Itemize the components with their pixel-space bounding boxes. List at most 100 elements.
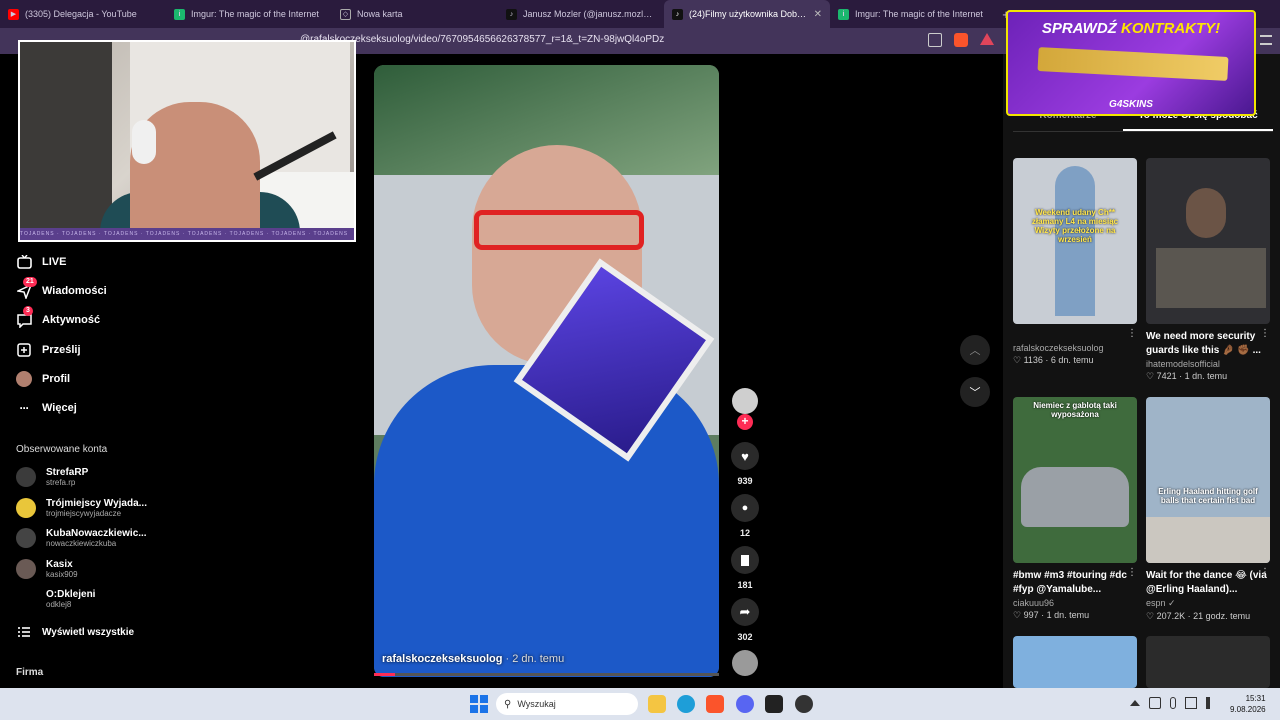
discord-icon[interactable] xyxy=(736,695,754,713)
card-author[interactable]: rafalskoczekseksuolog xyxy=(1013,343,1137,353)
show-all-button[interactable]: Wyświetl wszystkie xyxy=(16,624,134,640)
speaker-icon[interactable] xyxy=(1206,697,1218,709)
g4skins-ad-banner[interactable]: SPRAWDŹ KONTRAKTY! G4SKINS xyxy=(1006,10,1256,116)
more-options-icon[interactable]: ⋮ xyxy=(1127,328,1137,339)
windows-start-icon[interactable] xyxy=(470,695,488,713)
sidebar-item-label: Więcej xyxy=(42,402,77,414)
avatar xyxy=(16,498,36,518)
followed-account[interactable]: StrefaRP strefa.rp xyxy=(16,467,88,487)
network-icon[interactable] xyxy=(1149,697,1161,709)
sidebar-item-label: Prześlij xyxy=(42,344,81,356)
menu-icon[interactable] xyxy=(1260,35,1272,45)
thumbnail-caption: Niemiec z gablotą taki wyposażona xyxy=(1033,401,1117,419)
browser-tab-3[interactable]: ♪ Janusz Mozler (@janusz.mozler) | Tik xyxy=(498,0,664,28)
video-thumbnail[interactable] xyxy=(1146,636,1270,688)
display-icon[interactable] xyxy=(1185,697,1197,709)
video-card-meta: Wait for the dance 😂 (via @Erling Haalan… xyxy=(1146,569,1270,622)
search-placeholder: Wyszukaj xyxy=(517,699,556,709)
messages-icon: 21 xyxy=(16,277,37,299)
sidebar-item-more[interactable]: ··· Więcej xyxy=(16,400,77,416)
like-button[interactable]: ♥ xyxy=(731,442,759,470)
card-title[interactable]: #bmw #m3 #touring #dc #fyp @Yamalube... xyxy=(1013,569,1137,597)
clock-date: 9.08.2026 xyxy=(1230,705,1266,714)
card-author[interactable]: ciakuuu96 xyxy=(1013,598,1137,608)
windows-taskbar: ⚲ Wyszukaj 15:31 9.08.2026 xyxy=(0,688,1280,720)
browser-tab-2[interactable]: ◇ Nowa karta xyxy=(332,0,498,28)
recommendations-panel: Komentarze To może Ci się spodobać Weeke… xyxy=(1003,54,1280,688)
sidebar-item-activity[interactable]: 3 Aktywność xyxy=(16,306,101,328)
brave-shield-icon: ◇ xyxy=(340,8,351,20)
save-button[interactable] xyxy=(731,546,759,574)
thumbnail-caption: Weekend udany Ch** złamany L4 na miesiąc… xyxy=(1031,208,1119,244)
followed-account[interactable]: Kasix kasix909 xyxy=(16,559,78,579)
chevron-up-icon: ︿ xyxy=(969,345,981,357)
obs-icon[interactable] xyxy=(795,695,813,713)
followed-account[interactable]: Trójmiejscy Wyjada... trojmiejscywyjadacz… xyxy=(16,498,147,518)
next-video-button[interactable]: ﹀ xyxy=(960,377,990,407)
video-thumbnail[interactable]: Weekend udany Ch** złamany L4 na miesiąc… xyxy=(1013,158,1137,324)
video-thumbnail[interactable]: Niemiec z gablotą taki wyposażona xyxy=(1013,397,1137,563)
heart-icon: ♥ xyxy=(741,448,749,464)
previous-video-button[interactable]: ︿ xyxy=(960,335,990,365)
more-options-icon[interactable]: ⋮ xyxy=(1260,567,1270,578)
rifle-skin-image xyxy=(1037,47,1229,81)
more-options-icon[interactable]: ⋮ xyxy=(1260,328,1270,339)
sidebar-item-messages[interactable]: 21 Wiadomości xyxy=(16,277,107,299)
tab-title: (3305) Delegacja - YouTube xyxy=(25,9,137,19)
taskbar-clock[interactable]: 15:31 9.08.2026 xyxy=(1230,693,1266,715)
close-tab-icon[interactable]: ✕ xyxy=(814,9,822,20)
video-author[interactable]: rafalskoczekseksuolog xyxy=(382,653,502,665)
sidebar-item-profile[interactable]: Profil xyxy=(16,371,70,387)
follow-button[interactable]: + xyxy=(737,414,753,430)
browser-tab-1[interactable]: i Imgur: The magic of the Internet xyxy=(166,0,332,28)
card-title[interactable]: Wait for the dance 😂 (via @Erling Haalan… xyxy=(1146,569,1270,597)
account-handle: kasix909 xyxy=(46,570,78,579)
brave-browser-icon[interactable] xyxy=(706,695,724,713)
card-title[interactable]: We need more security guards like this 🤌… xyxy=(1146,330,1270,358)
sidebar-item-label: Aktywność xyxy=(42,314,101,326)
more-options-icon[interactable]: ⋮ xyxy=(1127,567,1137,578)
sidebar-item-label: Wiadomości xyxy=(42,285,107,297)
translate-icon[interactable] xyxy=(928,33,942,47)
video-player[interactable]: rafalskoczekseksuolog · 2 dn. temu xyxy=(374,65,719,677)
brave-rewards-icon[interactable] xyxy=(980,33,994,45)
microphone-icon[interactable] xyxy=(1170,697,1176,709)
more-dots-icon: ··· xyxy=(19,401,30,415)
browser-tab-0[interactable]: ▶ (3305) Delegacja - YouTube xyxy=(0,0,166,28)
video-progress-fill xyxy=(374,673,395,676)
video-progress-bar[interactable] xyxy=(374,673,719,676)
system-tray xyxy=(1130,697,1218,709)
video-thumbnail[interactable]: Erling Haaland hitting golf balls that c… xyxy=(1146,397,1270,563)
card-author[interactable]: espn ✓ xyxy=(1146,598,1270,609)
creator-avatar[interactable] xyxy=(732,388,758,414)
tab-title: Nowa karta xyxy=(357,9,403,19)
browser-tab-5[interactable]: i Imgur: The magic of the Internet xyxy=(830,0,996,28)
video-thumbnail[interactable] xyxy=(1146,158,1270,324)
sidebar-item-live[interactable]: LIVE xyxy=(16,254,66,270)
taskbar-search[interactable]: ⚲ Wyszukaj xyxy=(496,693,638,715)
card-stats: ♡ 7421 · 1 dn. temu xyxy=(1146,371,1228,381)
browser-tab-4-active[interactable]: ♪ (24)Filmy użytkownika Dobry_se ✕ xyxy=(664,0,830,28)
comment-button[interactable]: ● xyxy=(731,494,759,522)
brave-shield-icon[interactable] xyxy=(954,33,968,47)
search-icon: ⚲ xyxy=(504,698,512,710)
save-count: 181 xyxy=(737,580,753,590)
account-name: KubaNowaczkiewic... xyxy=(46,528,147,539)
video-thumbnail[interactable] xyxy=(1013,636,1137,688)
card-stats: ♡ 207.2K · 21 godz. temu xyxy=(1146,611,1251,621)
chevron-up-icon[interactable] xyxy=(1130,700,1140,706)
file-explorer-icon[interactable] xyxy=(648,695,666,713)
ad-headline: SPRAWDŹ KONTRAKTY! xyxy=(1008,20,1254,37)
card-author[interactable]: ihatemodelsofficial xyxy=(1146,359,1270,369)
video-card-meta: rafalskoczekseksuolog ♡ 1136 · 6 dn. tem… xyxy=(1013,342,1137,366)
music-disc-icon[interactable] xyxy=(732,650,758,676)
share-button[interactable]: ➦ xyxy=(731,598,759,626)
account-name: StrefaRP xyxy=(46,467,89,478)
edge-browser-icon[interactable] xyxy=(677,695,695,713)
followed-account[interactable]: O:Dklejeni odklej8 xyxy=(16,589,95,609)
streaming-app-icon[interactable] xyxy=(765,695,783,713)
sidebar-item-upload[interactable]: Prześlij xyxy=(16,342,81,358)
company-link[interactable]: Firma xyxy=(16,667,43,678)
followed-account[interactable]: KubaNowaczkiewic... nowaczkiewiczkuba xyxy=(16,528,147,548)
comment-count: 12 xyxy=(739,528,750,538)
